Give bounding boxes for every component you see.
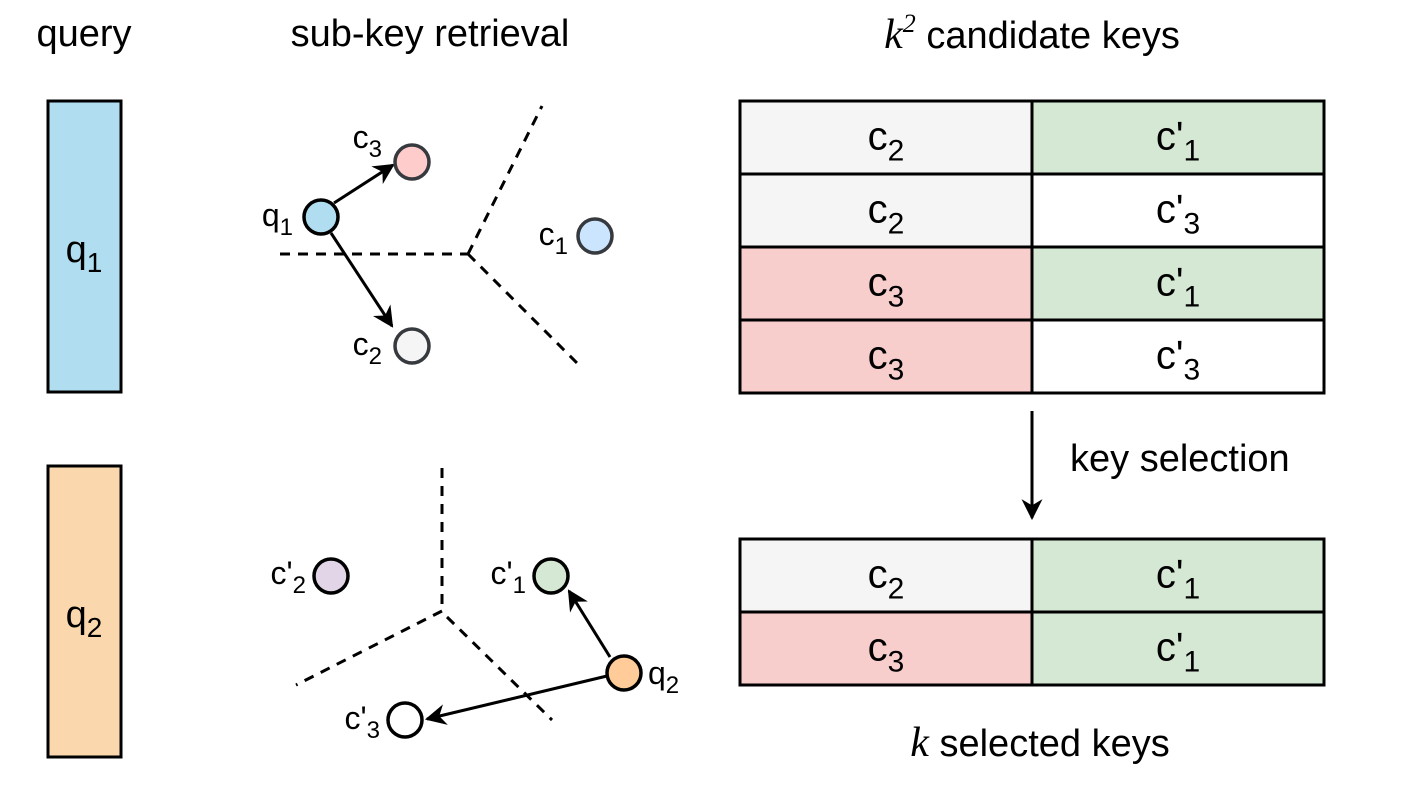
key-cell: c'3: [1030, 172, 1326, 249]
key-cell: c'1: [1030, 245, 1326, 322]
point-c-prime-3: c'3: [345, 700, 424, 744]
boundary-line: [295, 609, 443, 687]
candidate-keys-text: candidate keys: [916, 15, 1180, 57]
candidate-keys-header: k2 candidate keys: [884, 9, 1180, 58]
candidate-row: c3 c'1: [738, 245, 1326, 322]
k-symbol: k: [884, 12, 904, 58]
subkey-retrieval-header: sub-key retrieval: [291, 13, 570, 55]
key-cell: c3: [738, 245, 1034, 322]
key-cell: c'1: [1030, 537, 1326, 614]
key-cell: c2: [738, 537, 1034, 614]
boundary-line: [466, 252, 580, 366]
point-q2: q2: [605, 654, 679, 699]
svg-text:c'3: c'3: [345, 700, 380, 744]
candidate-row: c2 c'3: [738, 172, 1326, 249]
selected-row: c3 c'1: [738, 610, 1326, 687]
point-c3: c3: [353, 119, 431, 181]
key-cell: c'3: [1030, 318, 1326, 395]
key-cell: c'1: [1030, 610, 1326, 687]
k-symbol: k: [910, 720, 930, 766]
svg-text:q1: q1: [262, 197, 293, 241]
arrow-q2-to-c-prime-1: [567, 589, 612, 658]
svg-text:c'2: c'2: [271, 555, 306, 599]
key-cell: c3: [738, 318, 1034, 395]
point-c-prime-1: c'1: [491, 555, 570, 599]
selected-keys-table: c2 c'1c3 c'1: [738, 537, 1326, 687]
arrow-q1-to-c3: [333, 163, 395, 205]
svg-text:c2: c2: [353, 326, 382, 370]
svg-text:c3: c3: [353, 119, 382, 163]
selected-keys-header: k selected keys: [910, 720, 1169, 766]
candidate-row: c3 c'3: [738, 318, 1326, 395]
candidate-keys-table: c2 c'1c2 c'3c3 c'1c3 c'3: [738, 99, 1326, 395]
product-key-diagram: query sub-key retrieval k2 candidate key…: [36, 9, 1326, 766]
svg-text:c'1: c'1: [491, 555, 526, 599]
query-header: query: [36, 13, 131, 55]
candidate-row: c2 c'1: [738, 99, 1326, 176]
key-cell: c2: [738, 172, 1034, 249]
arrow-q1-to-c2: [329, 232, 394, 328]
query-bar-q1: q1: [46, 99, 123, 394]
key-cell: c2: [738, 99, 1034, 176]
key-cell: c3: [738, 610, 1034, 687]
key-cell: c'1: [1030, 99, 1326, 176]
boundary-line: [445, 615, 554, 722]
boundary-line: [466, 105, 544, 255]
key-selection-label: key selection: [1070, 438, 1290, 480]
svg-text:c1: c1: [539, 216, 568, 260]
point-q1: q1: [262, 197, 340, 241]
point-c-prime-2: c'2: [271, 555, 350, 599]
selected-row: c2 c'1: [738, 537, 1326, 614]
arrow-q2-to-c-prime-3: [424, 674, 608, 725]
point-c2: c2: [353, 326, 431, 370]
query-bar-q2: q2: [46, 464, 123, 759]
point-c1: c1: [539, 216, 614, 260]
svg-text:q2: q2: [648, 655, 679, 699]
exponent: 2: [903, 9, 916, 38]
selected-keys-text: selected keys: [929, 723, 1170, 765]
